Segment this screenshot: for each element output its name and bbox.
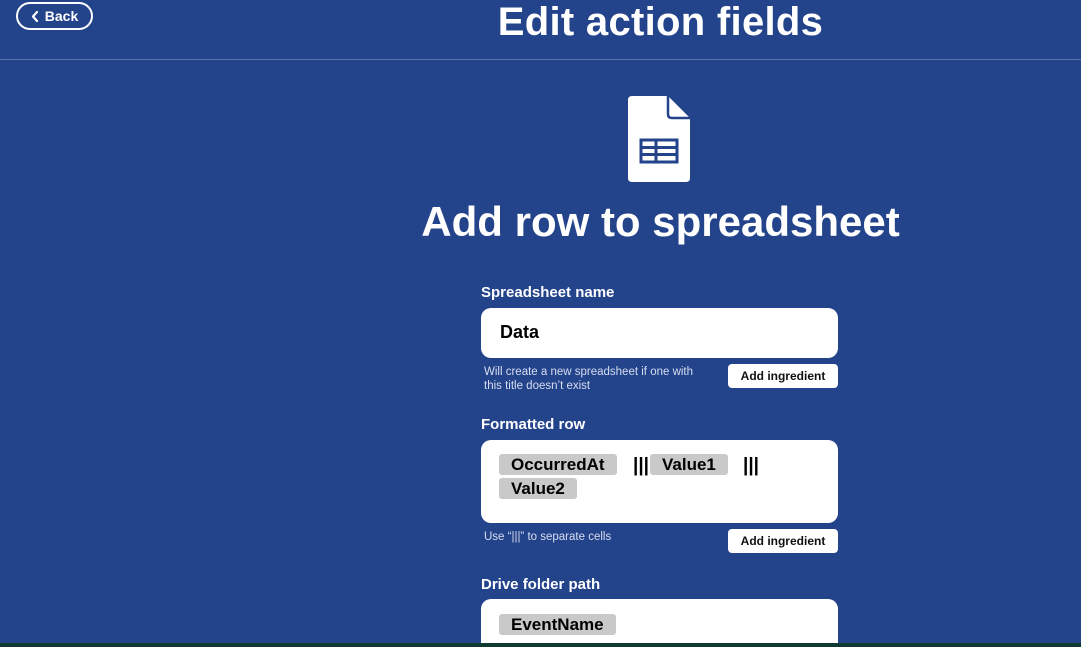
ingredient-pill-occurredat[interactable]: OccurredAt — [499, 454, 617, 475]
spreadsheet-name-helper: Will create a new spreadsheet if one wit… — [484, 366, 694, 392]
spreadsheet-name-field[interactable]: Data — [481, 308, 838, 358]
add-ingredient-button-formatted-row[interactable]: Add ingredient — [728, 529, 838, 553]
bottom-edge-strip — [0, 643, 1081, 647]
cell-separator: ||| — [633, 455, 649, 476]
spreadsheet-name-label: Spreadsheet name — [481, 284, 615, 301]
drive-folder-path-field[interactable]: EventName — [481, 599, 838, 647]
page-title: Edit action fields — [497, 0, 824, 44]
drive-folder-path-label: Drive folder path — [481, 576, 601, 593]
formatted-row-helper: Use “|||” to separate cells — [484, 531, 612, 543]
formatted-row-field[interactable]: OccurredAt ||| Value1 ||| Value2 — [481, 440, 838, 523]
add-ingredient-button-spreadsheet-name[interactable]: Add ingredient — [728, 364, 838, 388]
cell-separator: ||| — [743, 455, 759, 476]
top-bar: Back Edit action fields — [0, 0, 1081, 60]
spreadsheet-name-value: Data — [500, 322, 540, 342]
ingredient-pill-value1[interactable]: Value1 — [650, 454, 728, 475]
action-title: Add row to spreadsheet — [421, 198, 900, 245]
ingredient-pill-eventname[interactable]: EventName — [499, 614, 616, 635]
page: Back Edit action fields Add row to sprea… — [0, 0, 1081, 647]
spreadsheet-icon — [628, 96, 690, 182]
formatted-row-label: Formatted row — [481, 416, 586, 433]
ingredient-pill-value2[interactable]: Value2 — [499, 478, 577, 499]
